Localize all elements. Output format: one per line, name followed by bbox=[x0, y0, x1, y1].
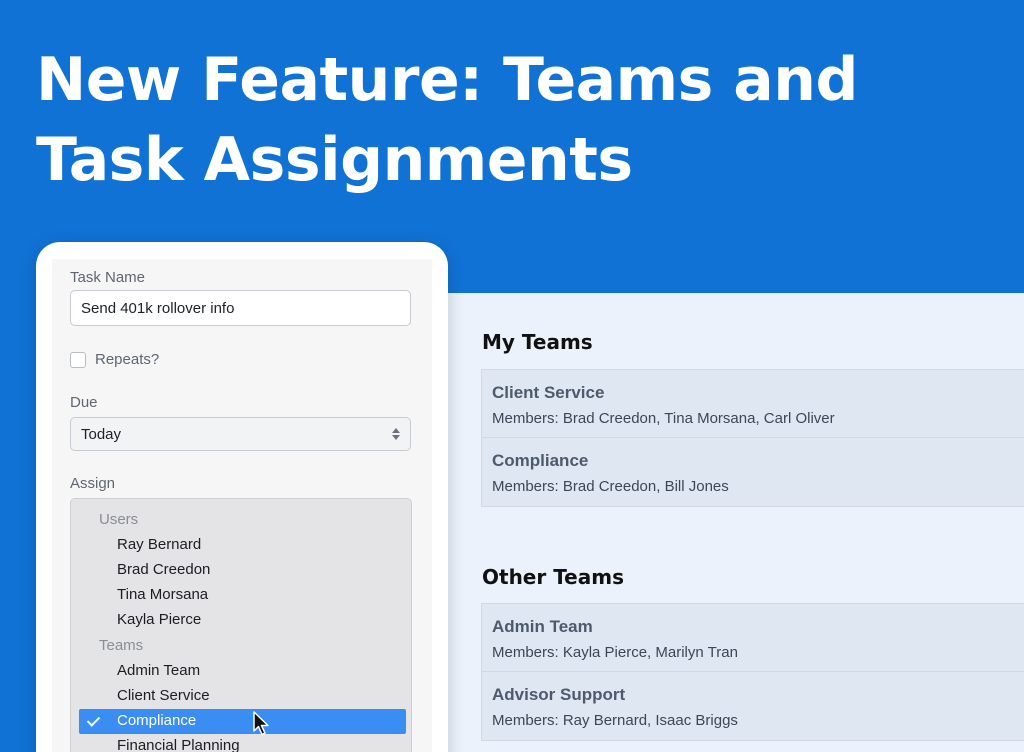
task-form: Task Name Repeats? Due Today Assign User… bbox=[52, 259, 432, 752]
list-option-client-service[interactable]: Client Service bbox=[117, 687, 210, 704]
team-name: Client Service bbox=[492, 383, 605, 402]
list-option-kayla-pierce[interactable]: Kayla Pierce bbox=[117, 611, 201, 628]
team-members: Members: Brad Creedon, Bill Jones bbox=[492, 478, 729, 495]
team-card-advisor-support[interactable]: Advisor Support Members: Ray Bernard, Is… bbox=[482, 672, 1024, 740]
list-group-users: Users bbox=[99, 511, 139, 528]
assign-listbox[interactable]: Users Ray Bernard Brad Creedon Tina Mors… bbox=[70, 498, 412, 752]
team-members: Members: Kayla Pierce, Marilyn Tran bbox=[492, 644, 738, 661]
team-name: Admin Team bbox=[492, 617, 593, 636]
list-option-admin-team[interactable]: Admin Team bbox=[117, 662, 200, 679]
headline-line-1: New Feature: Teams and bbox=[36, 45, 858, 115]
team-card-compliance[interactable]: Compliance Members: Brad Creedon, Bill J… bbox=[482, 438, 1024, 506]
list-option-financial-planning[interactable]: Financial Planning bbox=[117, 737, 240, 752]
headline: New Feature: Teams and Task Assignments bbox=[36, 40, 936, 200]
team-name: Compliance bbox=[492, 451, 589, 470]
other-teams-list: Admin Team Members: Kayla Pierce, Marily… bbox=[481, 603, 1024, 741]
headline-line-2: Task Assignments bbox=[36, 125, 633, 195]
task-name-label: Task Name bbox=[70, 269, 146, 286]
repeats-label: Repeats? bbox=[95, 351, 160, 368]
list-option-compliance-selected[interactable]: Compliance bbox=[79, 709, 406, 734]
mouse-cursor-icon bbox=[253, 711, 269, 736]
list-group-teams: Teams bbox=[99, 637, 144, 654]
team-name: Advisor Support bbox=[492, 685, 626, 704]
team-card-admin-team[interactable]: Admin Team Members: Kayla Pierce, Marily… bbox=[482, 604, 1024, 672]
assign-label: Assign bbox=[70, 475, 116, 492]
list-option-brad-creedon[interactable]: Brad Creedon bbox=[117, 561, 210, 578]
due-select[interactable]: Today bbox=[70, 417, 411, 451]
task-name-input[interactable] bbox=[70, 290, 411, 326]
check-icon bbox=[86, 713, 101, 727]
team-members: Members: Ray Bernard, Isaac Briggs bbox=[492, 712, 738, 729]
select-arrows-icon bbox=[392, 428, 400, 440]
other-teams-title: Other Teams bbox=[482, 565, 624, 589]
team-card-client-service[interactable]: Client Service Members: Brad Creedon, Ti… bbox=[482, 370, 1024, 438]
due-label: Due bbox=[70, 394, 98, 411]
due-select-value: Today bbox=[81, 425, 122, 443]
my-teams-title: My Teams bbox=[482, 330, 593, 354]
list-option-ray-bernard[interactable]: Ray Bernard bbox=[117, 536, 201, 553]
team-members: Members: Brad Creedon, Tina Morsana, Car… bbox=[492, 410, 835, 427]
repeats-checkbox[interactable] bbox=[70, 352, 86, 368]
list-option-tina-morsana[interactable]: Tina Morsana bbox=[117, 586, 208, 603]
teams-panel: My Teams Client Service Members: Brad Cr… bbox=[448, 293, 1024, 752]
selected-option-label: Compliance bbox=[117, 712, 197, 729]
device-frame: Task Name Repeats? Due Today Assign User… bbox=[36, 242, 448, 752]
my-teams-list: Client Service Members: Brad Creedon, Ti… bbox=[481, 369, 1024, 507]
